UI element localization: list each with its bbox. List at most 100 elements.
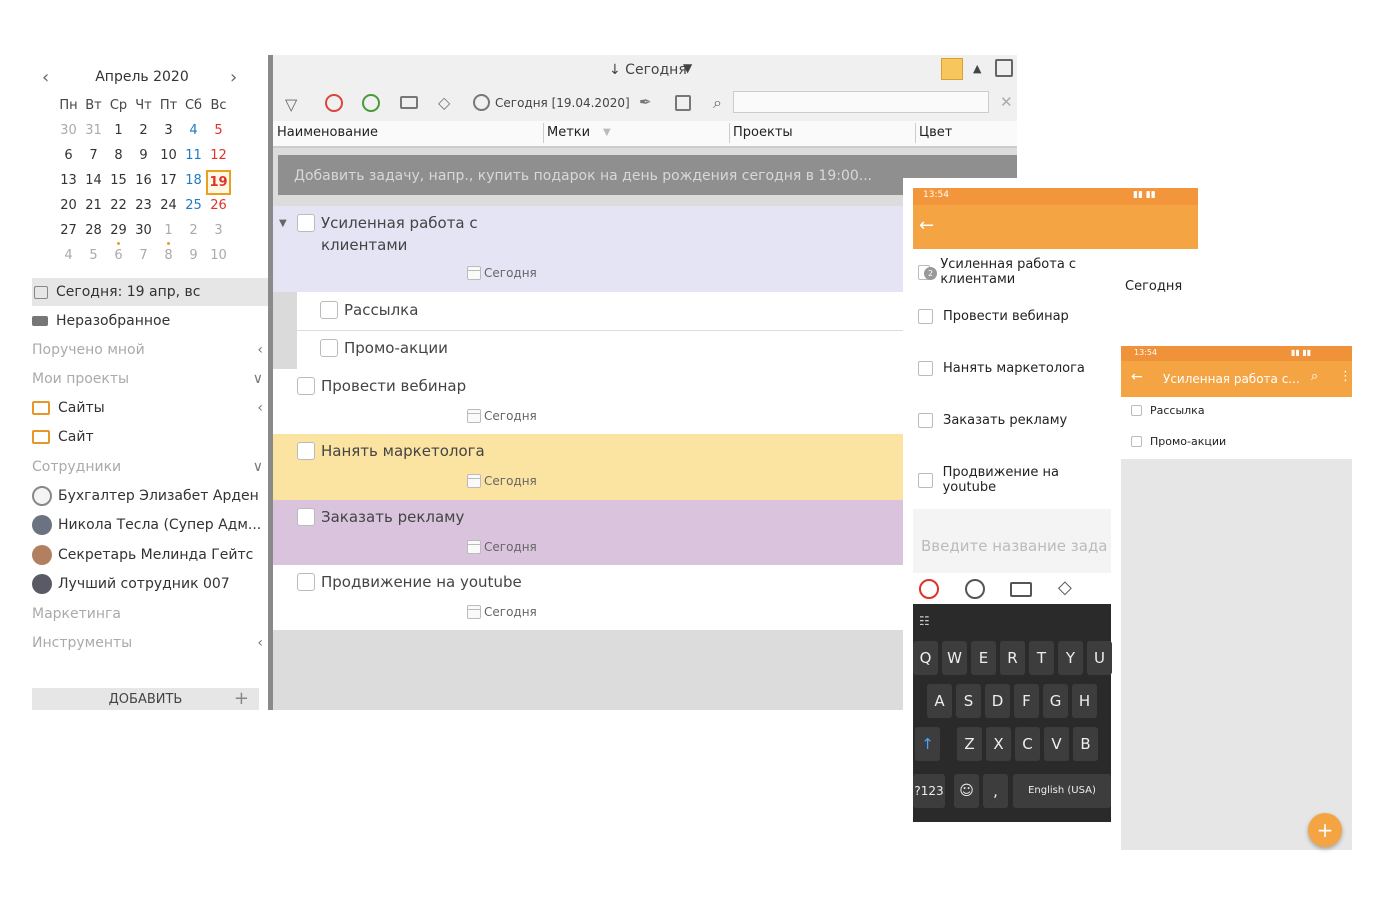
key[interactable]: R xyxy=(1000,641,1025,675)
task-checkbox[interactable] xyxy=(297,377,315,395)
calendar-day[interactable]: 28 xyxy=(81,220,106,245)
search-icon[interactable]: ⌕ xyxy=(713,93,722,113)
calendar-day[interactable]: 24 xyxy=(156,195,181,220)
calendar-day[interactable]: 4 xyxy=(56,245,81,270)
search-icon[interactable]: ⌕ xyxy=(1311,369,1318,384)
column-divider[interactable] xyxy=(915,123,916,143)
calendar-day[interactable]: 20 xyxy=(56,195,81,220)
calendar-day[interactable]: 4 xyxy=(181,120,206,145)
calendar-day[interactable]: 14 xyxy=(81,170,106,195)
key-symbols[interactable]: ?123 xyxy=(913,774,945,808)
chevron-left-icon[interactable]: ‹ xyxy=(257,394,263,422)
key[interactable]: W xyxy=(942,641,967,675)
sidebar-item-employees[interactable]: Сотрудники ∨ xyxy=(32,453,269,481)
key[interactable]: X xyxy=(986,727,1011,761)
task-checkbox[interactable] xyxy=(320,339,338,357)
key[interactable]: U xyxy=(1087,641,1112,675)
list-item[interactable]: Продвижение на youtube xyxy=(918,465,1111,495)
list-item[interactable]: Промо-акции xyxy=(1131,435,1226,448)
task-checkbox[interactable] xyxy=(297,442,315,460)
calendar-day[interactable]: 5 xyxy=(206,120,231,145)
calendar-day[interactable]: 8 xyxy=(106,145,131,170)
task-name-input[interactable]: Введите название зада xyxy=(913,509,1111,573)
list-item[interactable]: Усиленная работа с клиентами xyxy=(918,257,1111,287)
task-checkbox[interactable] xyxy=(1131,405,1142,416)
sidebar-item-sites[interactable]: Сайты ‹ xyxy=(32,394,269,422)
key[interactable]: E xyxy=(971,641,996,675)
task-checkbox[interactable] xyxy=(320,301,338,319)
sidebar-item-unsorted[interactable]: Неразобранное xyxy=(32,307,269,335)
triangle-up-icon[interactable]: ▲ xyxy=(973,62,981,75)
calendar-day[interactable]: 25 xyxy=(181,195,206,220)
key[interactable]: F xyxy=(1014,684,1039,718)
sidebar-item-today[interactable]: Сегодня: 19 апр, вс xyxy=(32,278,269,306)
task-checkbox[interactable] xyxy=(918,472,933,488)
emoji-icon[interactable]: ☺ xyxy=(954,774,979,808)
calendar-day[interactable]: 6 xyxy=(56,145,81,170)
task-checkbox[interactable] xyxy=(918,309,933,324)
calendar-day[interactable]: 2 xyxy=(131,120,156,145)
calendar-prev-icon[interactable]: ‹ xyxy=(42,67,49,88)
calendar-next-icon[interactable]: › xyxy=(230,67,237,88)
chevron-down-icon[interactable]: ∨ xyxy=(253,453,263,481)
date-filter[interactable]: Сегодня [19.04.2020] xyxy=(495,96,630,110)
calendar-day[interactable]: 31 xyxy=(81,120,106,145)
sidebar-item-assigned[interactable]: Поручено мной ‹ xyxy=(32,336,269,364)
calendar-day[interactable]: 18 xyxy=(181,170,206,195)
key[interactable]: V xyxy=(1044,727,1069,761)
calendar-day[interactable]: 17 xyxy=(156,170,181,195)
task-checkbox[interactable] xyxy=(1131,436,1142,447)
calendar-day[interactable]: 26 xyxy=(206,195,231,220)
key[interactable]: S xyxy=(956,684,981,718)
column-projects[interactable]: Проекты xyxy=(733,125,793,140)
calendar-day[interactable]: 12 xyxy=(206,145,231,170)
calendar-day[interactable]: 30 xyxy=(131,220,156,245)
brush-icon[interactable]: ✒ xyxy=(639,93,652,111)
key[interactable]: H xyxy=(1072,684,1097,718)
sidebar-item-site[interactable]: Сайт xyxy=(32,423,269,451)
chevron-down-icon[interactable]: ∨ xyxy=(253,365,263,393)
key[interactable]: D xyxy=(985,684,1010,718)
add-fab-button[interactable]: + xyxy=(1308,813,1342,847)
folder-icon[interactable] xyxy=(1010,582,1032,597)
calendar-day[interactable]: 9 xyxy=(181,245,206,270)
sidebar-item-person[interactable]: Секретарь Мелинда Гейтс xyxy=(32,541,269,569)
list-item[interactable]: Рассылка xyxy=(1131,404,1205,417)
tag-icon[interactable]: ◇ xyxy=(1058,577,1072,598)
sidebar-item-tools[interactable]: Инструменты ‹ xyxy=(32,629,269,657)
key[interactable]: T xyxy=(1029,641,1054,675)
column-divider[interactable] xyxy=(543,123,544,143)
task-checkbox[interactable] xyxy=(297,573,315,591)
calendar-day[interactable]: 1 xyxy=(156,220,181,245)
task-checkbox[interactable] xyxy=(918,361,933,376)
tag-icon[interactable]: ◇ xyxy=(438,93,450,112)
key[interactable]: Q xyxy=(913,641,938,675)
calendar-day[interactable]: 13 xyxy=(56,170,81,195)
sidebar-item-person[interactable]: Никола Тесла (Супер Адм... xyxy=(32,511,269,539)
key[interactable]: G xyxy=(1043,684,1068,718)
calendar-view-icon[interactable] xyxy=(995,59,1013,77)
executor-icon[interactable] xyxy=(362,94,380,112)
column-color[interactable]: Цвет xyxy=(919,125,952,140)
calendar-day[interactable]: 27 xyxy=(56,220,81,245)
assignee-icon[interactable] xyxy=(325,94,343,112)
folder-icon[interactable] xyxy=(400,96,418,109)
key-space[interactable]: English (USA) xyxy=(1013,774,1111,808)
close-icon[interactable]: ✕ xyxy=(1000,93,1013,111)
back-arrow-icon[interactable]: ← xyxy=(919,215,934,236)
key-comma[interactable]: , xyxy=(983,774,1008,808)
list-item[interactable]: Нанять маркетолога xyxy=(918,361,1085,376)
calendar-day[interactable]: 9 xyxy=(131,145,156,170)
calendar-day[interactable]: 10 xyxy=(206,245,231,270)
list-item[interactable]: Провести вебинар xyxy=(918,309,1069,324)
column-name[interactable]: Наименование xyxy=(277,125,378,140)
sidebar-item-my-projects[interactable]: Мои проекты ∨ xyxy=(32,365,269,393)
person-icon[interactable] xyxy=(965,579,985,599)
back-arrow-icon[interactable]: ← xyxy=(1131,369,1143,385)
calendar-day[interactable]: 30 xyxy=(56,120,81,145)
add-button[interactable]: ДОБАВИТЬ + xyxy=(32,688,259,710)
filter-icon[interactable]: ▽ xyxy=(285,95,297,114)
task-checkbox[interactable] xyxy=(297,214,315,232)
calendar-day[interactable]: 6 xyxy=(106,245,131,270)
clock-icon[interactable] xyxy=(473,94,490,111)
